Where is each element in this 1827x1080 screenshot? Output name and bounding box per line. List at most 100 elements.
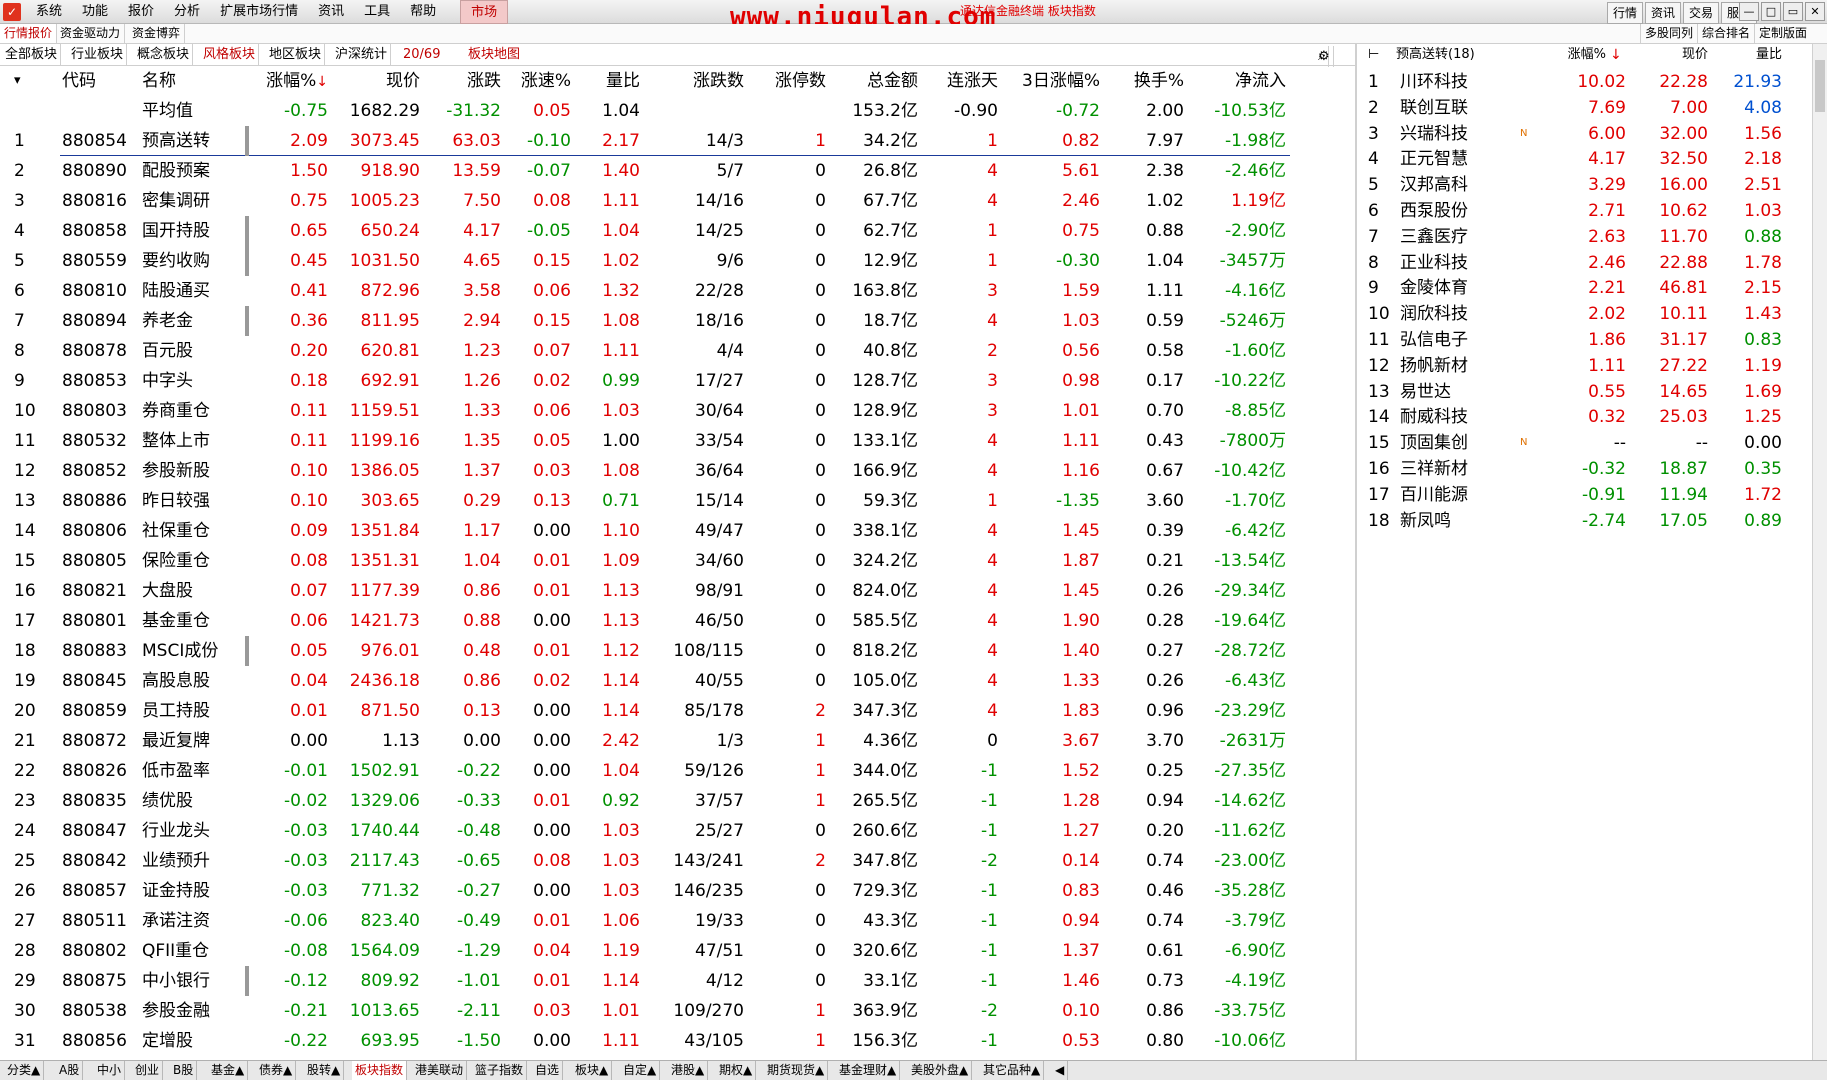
market-tab[interactable]: 创业 [132,1061,164,1080]
menu-item[interactable]: 功能 [72,0,118,24]
layout-tab[interactable]: 综合排名 [1697,24,1754,43]
panel-divider[interactable] [1355,44,1357,1060]
block-map-link[interactable]: 板块地图 [465,44,523,65]
header-code[interactable]: 代码 [62,66,152,96]
header-volume-ratio[interactable]: 量比 [1720,44,1782,66]
menu-item[interactable]: 资讯 [308,0,354,24]
table-row[interactable]: 15 880805 保险重仓 0.08 1351.31 1.04 0.01 1.09 34/60… [0,546,1355,576]
market-tab[interactable]: 中小 [94,1061,126,1080]
header-price[interactable]: 现价 [1638,44,1708,66]
minimize-icon[interactable]: — [1739,2,1759,21]
market-tab[interactable]: ◀ [1052,1061,1069,1080]
table-row[interactable]: 24 880847 行业龙头 -0.03 1740.44 -0.48 0.00 1.03 25/… [0,816,1355,846]
header-pct[interactable]: 涨幅%↓ [248,66,328,96]
header-lim[interactable]: 涨停数 [752,66,826,96]
market-tab[interactable]: A股 [56,1061,84,1080]
title-button[interactable]: 交易 [1682,2,1719,24]
market-tab[interactable]: 其它品种▲ [980,1061,1045,1080]
header-spd[interactable]: 涨速% [505,66,571,96]
market-tab[interactable]: 板块▲ [572,1061,613,1080]
title-button[interactable]: 行情 [1606,2,1643,24]
block-tab[interactable]: 地区板块 [266,44,326,65]
header-amt[interactable]: 总金额 [830,66,918,96]
table-row[interactable]: 6 880810 陆股通买 0.41 872.96 3.58 0.06 1.32 22/28 0 1… [0,276,1355,306]
header-d3[interactable]: 3日涨幅% [1002,66,1100,96]
block-tab[interactable]: 行业板块 [68,44,128,65]
market-tab[interactable]: 期货现货▲ [764,1061,829,1080]
table-row[interactable]: 7 880894 养老金 0.36 811.95 2.94 0.15 1.08 18/16 0 18… [0,306,1355,336]
table-row[interactable]: 9 880853 中字头 0.18 692.91 1.26 0.02 0.99 17/27 0 12… [0,366,1355,396]
menu-item[interactable]: 分析 [164,0,210,24]
menu-item[interactable]: 工具 [354,0,400,24]
tab-2[interactable]: 资金博弈 [128,24,186,43]
table-row[interactable]: 23 880835 绩优股 -0.02 1329.06 -0.33 0.01 0.92 37/5… [0,786,1355,816]
header-vol[interactable]: 量比 [580,66,640,96]
table-row[interactable]: 22 880826 低市盈率 -0.01 1502.91 -0.22 0.00 1.04 59/… [0,756,1355,786]
market-tab[interactable]: 分类▲ [4,1061,45,1080]
table-row[interactable]: 19 880845 高股息股 0.04 2436.18 0.86 0.02 1.14 40/55… [0,666,1355,696]
table-row[interactable]: 28 880802 QFII重仓 -0.08 1564.09 -1.29 0.04 1.19 4… [0,936,1355,966]
market-tab[interactable]: 自定▲ [620,1061,661,1080]
table-row[interactable]: 21 880872 最近复牌 0.00 1.13 0.00 0.00 2.42 1/3 1 4.36… [0,726,1355,756]
market-tab[interactable]: 债券▲ [256,1061,297,1080]
menu-item[interactable]: 帮助 [400,0,446,24]
layout-tab[interactable]: 定制版面 [1754,24,1811,43]
tab-0[interactable]: 行情报价 [0,24,58,43]
table-row[interactable]: 8 880878 百元股 0.20 620.81 1.23 0.07 1.11 4/4 0 40.8… [0,336,1355,366]
header-chg[interactable]: 涨跌 [425,66,501,96]
table-row[interactable]: 2 880890 配股预案 1.50 918.90 13.59 -0.07 1.40 5/7 0 2… [0,156,1355,186]
close-icon[interactable]: ✕ [1805,2,1825,21]
block-tab[interactable]: 风格板块 [200,44,260,65]
sort-menu-icon[interactable]: ▾ [14,66,50,96]
table-row[interactable]: 16 880821 大盘股 0.07 1177.39 0.86 0.01 1.13 98/91 0… [0,576,1355,606]
menu-item[interactable]: 市场 [460,0,509,24]
gear-icon[interactable]: ⚙ [1315,46,1334,67]
header-net[interactable]: 净流入 [1190,66,1286,96]
header-days[interactable]: 连涨天 [922,66,998,96]
market-tab[interactable]: 港股▲ [668,1061,709,1080]
layout-tab[interactable]: 多股同列 [1640,24,1697,43]
vertical-scrollbar[interactable] [1812,44,1827,1060]
header-pct[interactable]: 涨幅% [1536,44,1606,66]
market-tab[interactable]: 港美联动 [412,1061,468,1080]
table-row[interactable]: 14 880806 社保重仓 0.09 1351.84 1.17 0.00 1.10 49/47… [0,516,1355,546]
market-tab[interactable]: 基金理财▲ [836,1061,901,1080]
table-row[interactable]: 31 880856 定增股 -0.22 693.95 -1.50 0.00 1.11 43/10… [0,1026,1355,1056]
tab-1[interactable]: 资金驱动力 [56,24,126,43]
restore-icon[interactable]: □ [1761,2,1781,21]
table-row[interactable]: 1 880854 预高送转 2.09 3073.45 63.03 -0.10 2.17 14/3… [0,126,1355,156]
pin-icon[interactable]: ⊢ [1368,44,1379,66]
market-tab[interactable]: 期权▲ [716,1061,757,1080]
scrollbar-thumb[interactable] [1815,60,1825,112]
market-tab[interactable]: B股 [170,1061,198,1080]
tile-icon[interactable]: ▭ [1783,2,1803,21]
table-row[interactable]: 11 880532 整体上市 0.11 1199.16 1.35 0.05 1.00 33/54… [0,426,1355,456]
table-row[interactable]: 25 880842 业绩预升 -0.03 2117.43 -0.65 0.08 1.03 143… [0,846,1355,876]
table-row[interactable]: 26 880857 证金持股 -0.03 771.32 -0.27 0.00 1.03 146/… [0,876,1355,906]
header-turn[interactable]: 换手% [1108,66,1184,96]
table-row[interactable]: 18 880883 MSCI成份 0.05 976.01 0.48 0.01 1.12 108/… [0,636,1355,666]
market-tab[interactable]: 自选 [532,1061,564,1080]
table-row[interactable]: 20 880859 员工持股 0.01 871.50 0.13 0.00 1.14 85/178… [0,696,1355,726]
market-tab[interactable]: 基金▲ [208,1061,249,1080]
market-tab[interactable]: 美股外盘▲ [908,1061,973,1080]
menu-item[interactable]: 系统 [26,0,72,24]
table-row[interactable]: 4 880858 国开持股 0.65 650.24 4.17 -0.05 1.04 14/25 0… [0,216,1355,246]
table-row[interactable]: 3 880816 密集调研 0.75 1005.23 7.50 0.08 1.11 14/16 0… [0,186,1355,216]
table-row[interactable]: 30 880538 参股金融 -0.21 1013.65 -2.11 0.03 1.01 109… [0,996,1355,1026]
table-row[interactable]: 13 880886 昨日较强 0.10 303.65 0.29 0.13 0.71 15/14 0… [0,486,1355,516]
menu-item[interactable]: 扩展市场行情 [210,0,308,24]
constituent-row[interactable]: 18 新凤鸣 -2.74 17.05 0.89 [1358,506,1808,536]
block-tab[interactable]: 概念板块 [134,44,194,65]
header-ud[interactable]: 涨跌数 [650,66,744,96]
menu-item[interactable]: 报价 [118,0,164,24]
market-tab[interactable]: 板块指数 [352,1061,408,1080]
market-tab[interactable]: 股转▲ [304,1061,345,1080]
table-row[interactable]: 17 880801 基金重仓 0.06 1421.73 0.88 0.00 1.13 46/50… [0,606,1355,636]
block-tab[interactable]: 沪深统计 [332,44,392,65]
title-button[interactable]: 资讯 [1644,2,1681,24]
market-tab[interactable]: 篮子指数 [472,1061,528,1080]
header-name[interactable]: 名称 [142,66,252,96]
table-row[interactable]: 5 880559 要约收购 0.45 1031.50 4.65 0.15 1.02 9/6 0 12… [0,246,1355,276]
table-row[interactable]: 12 880852 参股新股 0.10 1386.05 1.37 0.03 1.08 36/64… [0,456,1355,486]
